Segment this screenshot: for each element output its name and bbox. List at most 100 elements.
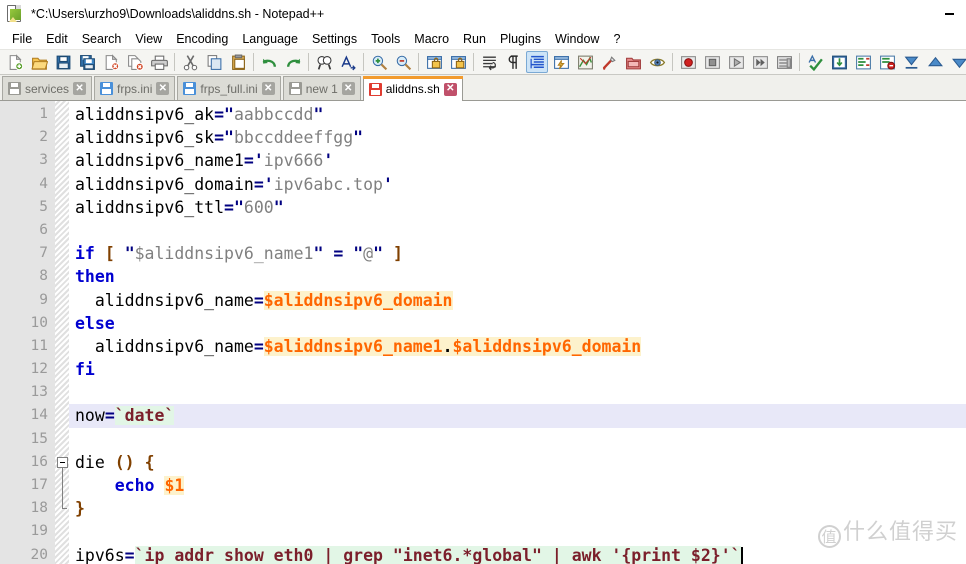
toolbar-zoom-in-icon[interactable] xyxy=(368,51,390,73)
toolbar-paste-icon[interactable] xyxy=(227,51,249,73)
code-token: `ip addr show eth0 | grep "inet6.*global… xyxy=(134,545,741,564)
menu-item-tools[interactable]: Tools xyxy=(364,30,407,48)
code-line[interactable]: ipv6s=`ip addr show eth0 | grep "inet6.*… xyxy=(69,544,966,564)
code-line[interactable]: then xyxy=(69,265,966,288)
toolbar-monitoring-icon[interactable] xyxy=(646,51,668,73)
toolbar-sync-vertical-scrolling-icon[interactable] xyxy=(423,51,445,73)
toolbar-close-file-icon[interactable] xyxy=(100,51,122,73)
close-tab-icon[interactable]: ✕ xyxy=(341,82,355,95)
close-tab-icon[interactable]: ✕ xyxy=(156,82,170,95)
editor-area[interactable]: 1 2 3 4 5 6 7 8 9 10 11 12 13 14 15 16 17 18 19 20 aliddnsi… xyxy=(0,101,966,564)
toolbar-save-all-icon[interactable] xyxy=(76,51,98,73)
toolbar-stop-record-macro-icon[interactable] xyxy=(701,51,723,73)
code-line[interactable]: die () { xyxy=(69,451,966,474)
toolbar-move-up-icon[interactable] xyxy=(924,51,946,73)
toolbar-save-macro-icon[interactable] xyxy=(773,51,795,73)
code-content[interactable]: aliddnsipv6_ak="aabbccdd" aliddnsipv6_sk=… xyxy=(69,101,966,564)
code-line[interactable]: aliddnsipv6_ak="aabbccdd" xyxy=(69,103,966,126)
close-tab-icon[interactable]: ✕ xyxy=(261,82,275,95)
code-token: if xyxy=(75,244,95,264)
code-line[interactable]: aliddnsipv6_name=$aliddnsipv6_name1.$ali… xyxy=(69,335,966,358)
menu-item-view[interactable]: View xyxy=(128,30,169,48)
toolbar-user-defined-dialog-icon[interactable] xyxy=(550,51,572,73)
toolbar-start-record-macro-icon[interactable] xyxy=(677,51,699,73)
line-number: 12 xyxy=(30,361,48,378)
toolbar-print-icon[interactable] xyxy=(148,51,170,73)
code-line[interactable]: aliddnsipv6_ttl="600" xyxy=(69,196,966,219)
toolbar-cut-icon[interactable] xyxy=(179,51,201,73)
code-line[interactable]: aliddnsipv6_domain='ipv6abc.top' xyxy=(69,173,966,196)
toolbar-show-all-characters-icon[interactable] xyxy=(502,51,524,73)
sync-horizontal-scrolling-icon xyxy=(450,54,467,71)
toolbar-spell-check-icon[interactable] xyxy=(804,51,826,73)
menu-item-window[interactable]: Window xyxy=(548,30,606,48)
move-down-icon xyxy=(951,54,966,71)
menu-item-encoding[interactable]: Encoding xyxy=(169,30,235,48)
toolbar-undo-icon[interactable] xyxy=(258,51,280,73)
line-number: 20 xyxy=(30,546,48,563)
toolbar-show-indent-guide-icon[interactable] xyxy=(526,51,548,73)
close-tab-icon[interactable]: ✕ xyxy=(443,82,457,96)
toolbar-column-editor-icon[interactable] xyxy=(828,51,850,73)
document-tab-frps-ini[interactable]: frps.ini ✕ xyxy=(94,76,176,100)
fold-slot[interactable] xyxy=(55,451,69,474)
code-line[interactable] xyxy=(69,520,966,543)
toolbar-find-icon[interactable] xyxy=(313,51,335,73)
start-record-macro-icon xyxy=(680,54,697,71)
toolbar-close-all-files-icon[interactable] xyxy=(124,51,146,73)
menu-item-macro[interactable]: Macro xyxy=(407,30,456,48)
toolbar-word-wrap-icon[interactable] xyxy=(478,51,500,73)
toolbar-sync-horizontal-scrolling-icon[interactable] xyxy=(447,51,469,73)
document-tab-services[interactable]: services ✕ xyxy=(2,76,93,100)
menu-item-settings[interactable]: Settings xyxy=(305,30,364,48)
code-line[interactable]: echo $1 xyxy=(69,474,966,497)
document-tab-new-1[interactable]: new 1 ✕ xyxy=(282,76,361,100)
menu-item-help[interactable]: ? xyxy=(606,30,627,48)
code-token: then xyxy=(75,267,115,287)
menu-item-search[interactable]: Search xyxy=(75,30,129,48)
toolbar-remove-duplicate-lines-icon[interactable] xyxy=(876,51,898,73)
code-line[interactable]: aliddnsipv6_name=$aliddnsipv6_domain xyxy=(69,289,966,312)
document-tab-frps-full-ini[interactable]: frps_full.ini ✕ xyxy=(177,76,281,100)
toolbar-show-doc-map-icon[interactable] xyxy=(574,51,596,73)
toolbar-function-list-icon[interactable] xyxy=(598,51,620,73)
toolbar-new-file-icon[interactable] xyxy=(4,51,26,73)
code-line[interactable]: now=`date` xyxy=(69,404,966,428)
menu-item-run[interactable]: Run xyxy=(456,30,493,48)
toolbar-sort-ascending-icon[interactable] xyxy=(900,51,922,73)
toolbar-folder-as-workspace-icon[interactable] xyxy=(622,51,644,73)
code-line[interactable]: aliddnsipv6_name1='ipv666' xyxy=(69,149,966,172)
close-tab-icon[interactable]: ✕ xyxy=(73,82,87,95)
code-line[interactable]: } xyxy=(69,497,966,520)
code-line[interactable]: if [ "$aliddnsipv6_name1" = "@" ] xyxy=(69,242,966,265)
code-line[interactable]: aliddnsipv6_sk="bbccddeeffgg" xyxy=(69,126,966,149)
code-line[interactable] xyxy=(69,428,966,451)
toolbar-playback-macro-icon[interactable] xyxy=(725,51,747,73)
toolbar-replace-icon[interactable] xyxy=(337,51,359,73)
toolbar-open-file-icon[interactable] xyxy=(28,51,50,73)
fold-collapse-icon[interactable] xyxy=(57,456,68,468)
toolbar-redo-icon[interactable] xyxy=(282,51,304,73)
code-folding-margin[interactable] xyxy=(55,101,69,564)
code-line[interactable] xyxy=(69,219,966,242)
window-title: *C:\Users\urzho9\Downloads\aliddns.sh - … xyxy=(31,7,325,21)
toolbar-copy-icon[interactable] xyxy=(203,51,225,73)
code-token: ipv666 xyxy=(263,151,324,171)
menu-item-file[interactable]: File xyxy=(5,30,39,48)
menu-item-plugins[interactable]: Plugins xyxy=(493,30,548,48)
document-tab-aliddns-sh[interactable]: aliddns.sh ✕ xyxy=(362,76,463,101)
code-token: = xyxy=(214,105,225,124)
code-line[interactable] xyxy=(69,381,966,404)
menu-item-edit[interactable]: Edit xyxy=(39,30,75,48)
toolbar-remove-empty-lines-icon[interactable] xyxy=(852,51,874,73)
code-line[interactable]: fi xyxy=(69,358,966,381)
toolbar-zoom-out-icon[interactable] xyxy=(392,51,414,73)
minimize-button[interactable] xyxy=(938,3,960,25)
menu-item-language[interactable]: Language xyxy=(235,30,305,48)
code-line[interactable]: else xyxy=(69,312,966,335)
toolbar-run-macro-multiple-icon[interactable] xyxy=(749,51,771,73)
toolbar-move-down-icon[interactable] xyxy=(948,51,966,73)
toolbar-save-icon[interactable] xyxy=(52,51,74,73)
